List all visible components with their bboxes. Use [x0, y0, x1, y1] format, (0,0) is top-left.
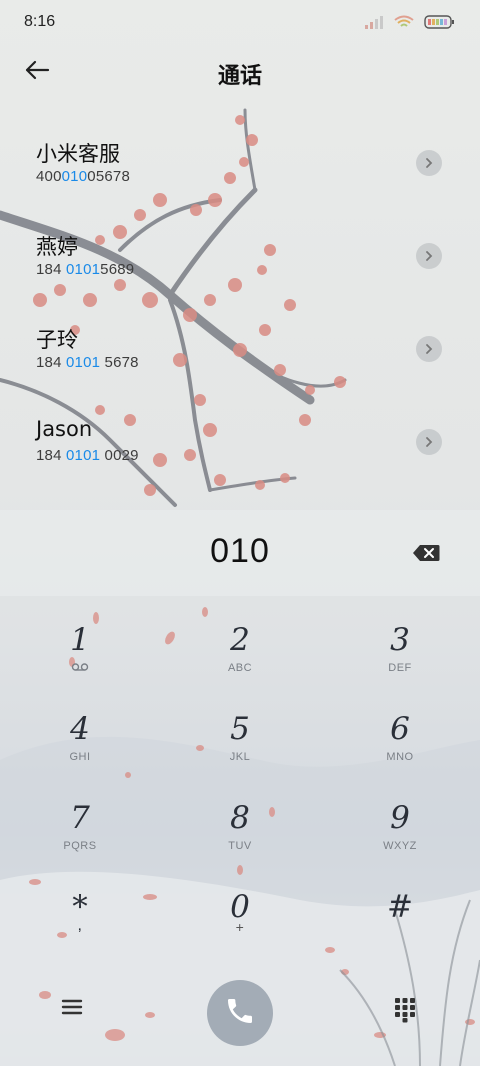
- chevron-right-icon: [424, 433, 434, 452]
- contact-result[interactable]: 子玲 184 0101 5678: [0, 304, 480, 397]
- status-time: 8:16: [24, 13, 56, 30]
- key-2[interactable]: 2 ABC: [180, 620, 300, 700]
- contact-name: 子玲: [36, 328, 78, 352]
- page-title: 通话: [217, 64, 262, 89]
- bottom-bar: [0, 975, 480, 1050]
- key-5[interactable]: 5 JKL: [180, 709, 300, 789]
- contact-detail-button[interactable]: [416, 336, 442, 362]
- contact-result[interactable]: 小米客服 40001005678: [0, 118, 480, 211]
- contact-number: 184 0101 0029: [36, 447, 139, 464]
- contact-name: 燕婷: [36, 235, 78, 259]
- key-9[interactable]: 9 WXYZ: [340, 798, 460, 878]
- backspace-icon: [412, 545, 440, 566]
- key-0[interactable]: 0 +: [180, 887, 300, 967]
- call-button[interactable]: [207, 980, 273, 1046]
- contact-detail-button[interactable]: [416, 429, 442, 455]
- dialpad-toggle-button[interactable]: [394, 997, 418, 1025]
- dialed-number: 010: [210, 532, 270, 570]
- chevron-right-icon: [424, 154, 434, 173]
- menu-button[interactable]: [60, 997, 88, 1025]
- key-3[interactable]: 3 DEF: [340, 620, 460, 700]
- contact-number: 184 0101 5678: [36, 354, 139, 371]
- chevron-right-icon: [424, 340, 434, 359]
- backspace-button[interactable]: [412, 544, 440, 562]
- menu-icon: [60, 999, 84, 1021]
- header: 通话: [0, 48, 480, 96]
- contact-name: 小米客服: [36, 142, 120, 166]
- key-7[interactable]: 7 PQRS: [20, 798, 140, 878]
- key-star[interactable]: * ,: [20, 887, 140, 967]
- dial-input-bar: 010: [0, 510, 480, 596]
- key-1[interactable]: 1: [20, 620, 140, 700]
- contact-number: 40001005678: [36, 168, 130, 185]
- contact-result[interactable]: 燕婷 184 01015689: [0, 211, 480, 304]
- key-digit: 1: [70, 622, 90, 658]
- contact-number: 184 01015689: [36, 261, 135, 278]
- contact-detail-button[interactable]: [416, 150, 442, 176]
- key-8[interactable]: 8 TUV: [180, 798, 300, 878]
- status-bar: 8:16: [0, 0, 480, 46]
- contact-name: Jason: [36, 417, 93, 441]
- signal-icon: [364, 14, 384, 33]
- status-icons: [364, 14, 454, 33]
- wifi-icon: [394, 14, 414, 33]
- chevron-right-icon: [424, 247, 434, 266]
- contact-results: 小米客服 40001005678 燕婷 184 01015689 子玲 184 …: [0, 118, 480, 490]
- battery-icon: [424, 14, 454, 33]
- key-hash[interactable]: #: [340, 887, 460, 967]
- voicemail-icon: [20, 662, 140, 675]
- key-6[interactable]: 6 MNO: [340, 709, 460, 789]
- phone-icon: [224, 995, 256, 1031]
- key-4[interactable]: 4 GHI: [20, 709, 140, 789]
- contact-detail-button[interactable]: [416, 243, 442, 269]
- contact-result[interactable]: Jason 184 0101 0029: [0, 397, 480, 490]
- dialpad-icon: [394, 998, 416, 1027]
